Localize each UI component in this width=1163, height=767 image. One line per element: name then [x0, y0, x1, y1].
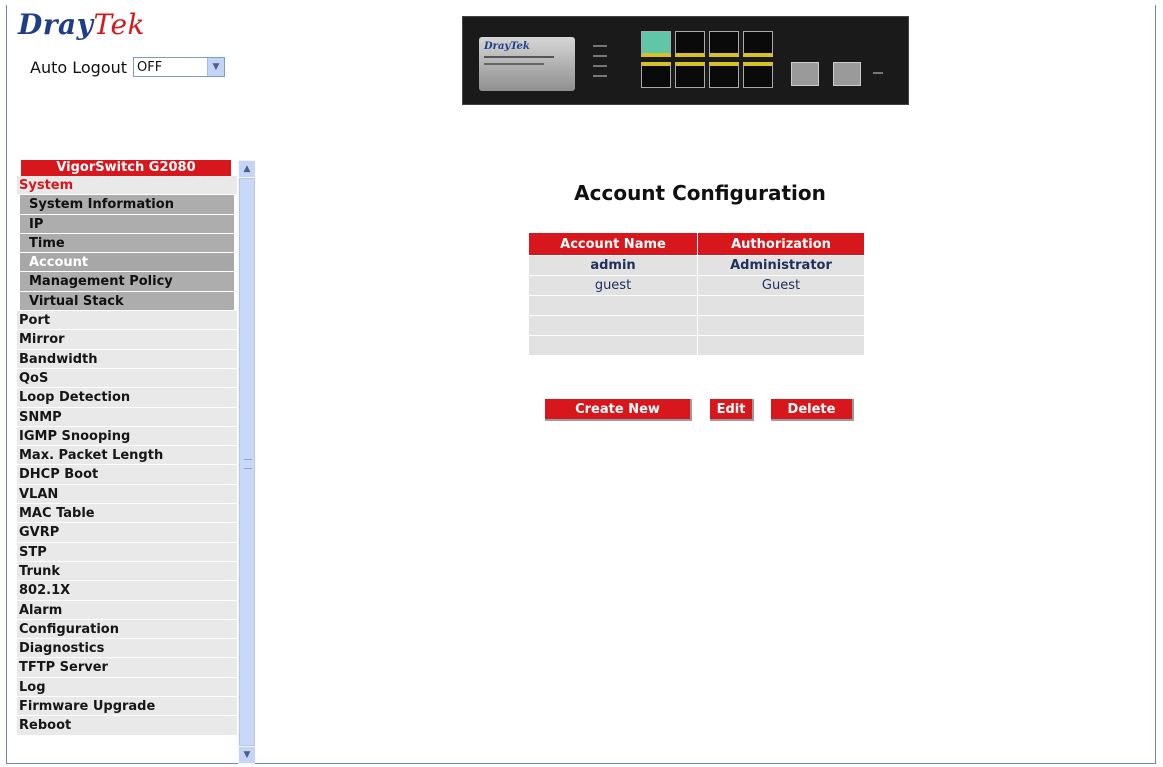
sidebar-item-firmware-upgrade[interactable]: Firmware Upgrade [17, 697, 237, 717]
draytek-logo: DrayTek [18, 8, 145, 41]
port-icon [675, 31, 705, 57]
switch-front-panel-image: DrayTek [462, 16, 909, 105]
sidebar-item-alarm[interactable]: Alarm [17, 600, 237, 620]
sidebar-item-time[interactable]: Time [20, 233, 234, 254]
sidebar-item-reboot[interactable]: Reboot [17, 716, 237, 736]
auto-logout: Auto Logout OFF ▼ [30, 57, 226, 77]
sidebar-list: VigorSwitch G2080 System System Informati… [17, 160, 237, 736]
sidebar-menu: VigorSwitch G2080 System System Informati… [17, 160, 257, 766]
sidebar-item-snmp[interactable]: SNMP [17, 407, 237, 427]
auto-logout-value: OFF [137, 59, 163, 75]
chevron-down-icon[interactable]: ▼ [239, 747, 255, 763]
sidebar-item-system[interactable]: System [17, 176, 237, 196]
sidebar-item-ip[interactable]: IP [20, 214, 234, 234]
sidebar-item-bandwidth[interactable]: Bandwidth [17, 349, 237, 369]
auto-logout-label: Auto Logout [30, 57, 128, 77]
account-name-cell: guest [528, 275, 698, 296]
authorization-cell: Administrator [697, 255, 865, 276]
port-icon [675, 62, 705, 88]
sidebar-item-max-packet-length[interactable]: Max. Packet Length [17, 446, 237, 466]
sidebar-item-log[interactable]: Log [17, 677, 237, 698]
sidebar-item-management-policy[interactable]: Management Policy [20, 272, 234, 292]
sidebar-item-account[interactable]: Account [20, 253, 234, 273]
logo-dray-text: Dray [18, 8, 94, 41]
sfp-port-icon [833, 62, 861, 86]
page-title: Account Configuration [574, 181, 826, 205]
device-nameplate: DrayTek [479, 37, 575, 91]
sidebar-item-qos[interactable]: QoS [17, 368, 237, 389]
sidebar-item-virtual-stack[interactable]: Virtual Stack [20, 291, 234, 312]
sfp-port-icon [791, 62, 819, 86]
sidebar-item-igmp-snooping[interactable]: IGMP Snooping [17, 426, 237, 447]
sidebar-item-mirror[interactable]: Mirror [17, 330, 237, 350]
chevron-up-icon[interactable]: ▲ [239, 161, 255, 177]
table-row[interactable] [528, 315, 865, 336]
column-header-authorization: Authorization [697, 232, 865, 256]
table-row[interactable]: guest Guest [528, 275, 865, 296]
port-icon [641, 31, 671, 57]
sidebar-item-stp[interactable]: STP [17, 542, 237, 562]
port-icon [641, 62, 671, 88]
sidebar-item-port[interactable]: Port [17, 311, 237, 331]
delete-button[interactable]: Delete [771, 399, 854, 421]
column-header-account-name: Account Name [528, 232, 698, 256]
account-name-cell [528, 295, 698, 316]
scrollbar-thumb[interactable] [239, 178, 255, 746]
authorization-cell: Guest [697, 275, 865, 296]
sidebar-item-diagnostics[interactable]: Diagnostics [17, 639, 237, 659]
sidebar-header[interactable]: VigorSwitch G2080 [21, 160, 231, 176]
account-table: Account Name Authorization admin Adminis… [528, 232, 865, 356]
sidebar-item-mac-table[interactable]: MAC Table [17, 504, 237, 524]
device-plate-text: DrayTek [484, 41, 530, 52]
port-icon [743, 31, 773, 57]
table-row[interactable] [528, 295, 865, 316]
port-icon [709, 31, 739, 57]
table-row[interactable] [528, 335, 865, 356]
account-name-cell [528, 335, 698, 356]
sidebar-item-system-information[interactable]: System Information [20, 195, 234, 215]
authorization-cell [697, 315, 865, 336]
logo-tek-text: Tek [93, 8, 145, 41]
table-row[interactable]: admin Administrator [528, 255, 865, 276]
sidebar-scrollbar[interactable]: ▲ ▼ [238, 160, 255, 764]
sidebar-item-loop-detection[interactable]: Loop Detection [17, 388, 237, 408]
port-icon [743, 62, 773, 88]
authorization-cell [697, 295, 865, 316]
edit-button[interactable]: Edit [710, 399, 754, 421]
account-name-cell [528, 315, 698, 336]
authorization-cell [697, 335, 865, 356]
sidebar-item-trunk[interactable]: Trunk [17, 561, 237, 582]
account-name-cell: admin [528, 255, 698, 276]
create-new-button[interactable]: Create New [545, 399, 692, 421]
port-icon [709, 62, 739, 88]
sidebar-item-802-1x[interactable]: 802.1X [17, 581, 237, 601]
sidebar-item-tftp-server[interactable]: TFTP Server [17, 658, 237, 678]
sidebar-item-dhcp-boot[interactable]: DHCP Boot [17, 465, 237, 485]
sidebar-item-vlan[interactable]: VLAN [17, 484, 237, 505]
chevron-down-icon[interactable]: ▼ [207, 58, 225, 76]
sidebar-item-gvrp[interactable]: GVRP [17, 523, 237, 543]
auto-logout-select[interactable]: OFF ▼ [133, 57, 226, 77]
sidebar-item-configuration[interactable]: Configuration [17, 619, 237, 640]
